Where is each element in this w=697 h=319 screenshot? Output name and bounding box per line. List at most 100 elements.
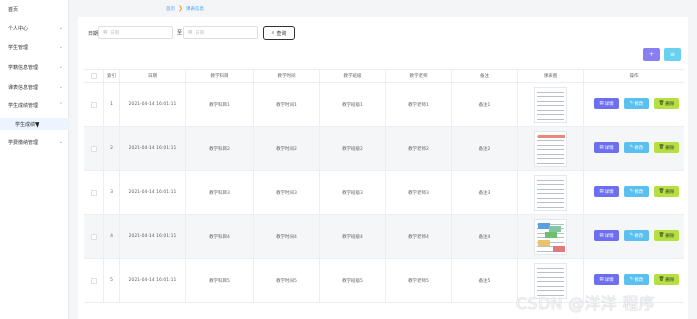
header-image: 课表图: [518, 70, 584, 82]
edit-icon: ✎: [629, 233, 634, 238]
start-date-input[interactable]: ▦ 日期: [98, 26, 173, 39]
cell-class: 教学班级5: [320, 259, 386, 302]
header-teacher: 教学老师: [386, 70, 452, 82]
cell-date: 2021-04-14 16:01:11: [120, 171, 186, 214]
detail-button[interactable]: ▤ 详情: [594, 274, 619, 285]
delete-button-label: 删除: [665, 101, 675, 107]
delete-button[interactable]: 🗑 删除: [654, 98, 679, 109]
detail-icon: ▤: [599, 101, 604, 106]
trash-icon: ≡: [669, 51, 676, 58]
cell-teacher: 教学老师4: [386, 215, 452, 258]
sidebar-item-timetable[interactable]: 课表信息管理 ⌄: [0, 81, 69, 93]
edit-button[interactable]: ✎ 修改: [624, 142, 649, 153]
breadcrumb-home[interactable]: 首页: [166, 6, 175, 12]
cell-subject: 教学科目1: [186, 83, 254, 126]
chevron-down-icon: ⌄: [58, 64, 63, 70]
delete-button[interactable]: 🗑 删除: [654, 274, 679, 285]
edit-button-label: 修改: [634, 101, 644, 107]
chevron-up-icon: ⌃: [58, 102, 63, 108]
row-checkbox[interactable]: [90, 145, 97, 152]
breadcrumb: 首页 ❯ 课表信息: [166, 5, 204, 12]
breadcrumb-separator-icon: ❯: [178, 5, 184, 12]
cell-class: 教学班级1: [320, 83, 386, 126]
edit-button[interactable]: ✎ 修改: [624, 230, 649, 241]
trash-icon: 🗑: [658, 233, 665, 238]
detail-button-label: 详情: [604, 145, 614, 151]
cell-subject: 教学科目2: [186, 127, 254, 170]
trash-icon: 🗑: [658, 277, 665, 282]
cell-index: 3: [104, 171, 120, 214]
batch-delete-button[interactable]: ≡: [664, 48, 681, 61]
edit-button[interactable]: ✎ 修改: [624, 274, 649, 285]
sidebar-item-enrollment[interactable]: 学籍信息管理 ⌄: [0, 61, 69, 73]
edit-button[interactable]: ✎ 修改: [624, 186, 649, 197]
end-date-input[interactable]: ▦ 日期: [183, 26, 258, 39]
cell-subject: 教学科目3: [186, 171, 254, 214]
sidebar-item-label: 学生成绩管理: [8, 102, 39, 109]
cell-time: 教学时间2: [254, 127, 320, 170]
cell-note: 备注4: [452, 215, 518, 258]
cell-date: 2021-04-14 16:01:11: [120, 215, 186, 258]
plus-icon: +: [648, 51, 655, 58]
sidebar-subitem-grades[interactable]: 学生成绩: [0, 118, 69, 130]
detail-button[interactable]: ▤ 详情: [594, 230, 619, 241]
timetable-thumbnail[interactable]: [534, 86, 567, 123]
header-date: 日期: [120, 70, 186, 82]
sidebar-item-profile[interactable]: 个人中心 ⌄: [0, 22, 69, 34]
edit-button-label: 修改: [634, 233, 644, 239]
detail-button-label: 详情: [604, 101, 614, 107]
sidebar-item-label: 学生管理: [8, 44, 29, 51]
edit-button-label: 修改: [634, 189, 644, 195]
edit-button-label: 修改: [634, 145, 644, 151]
timetable-thumbnail[interactable]: [534, 218, 567, 255]
sidebar-item-label: 学生成绩: [15, 121, 36, 128]
calendar-icon: ▦: [188, 30, 193, 35]
row-checkbox[interactable]: [90, 277, 97, 284]
cell-time: 教学时间1: [254, 83, 320, 126]
edit-icon: ✎: [629, 189, 634, 194]
sidebar-item-home[interactable]: 首页: [0, 3, 69, 15]
sidebar-item-label: 个人中心: [8, 25, 29, 32]
cell-date: 2021-04-14 16:01:11: [120, 259, 186, 302]
timetable-thumbnail[interactable]: [534, 174, 567, 211]
date-range-separator: 至: [177, 30, 183, 36]
detail-button[interactable]: ▤ 详情: [594, 186, 619, 197]
edit-icon: ✎: [629, 277, 634, 282]
cell-class: 教学班级3: [320, 171, 386, 214]
delete-button[interactable]: 🗑 删除: [654, 230, 679, 241]
header-index: 索引: [104, 70, 120, 82]
query-button[interactable]: ⌕ 查询: [263, 26, 295, 40]
detail-icon: ▤: [599, 145, 604, 150]
sidebar-item-tuition[interactable]: 学费缴纳管理 ⌄: [0, 136, 69, 148]
detail-button[interactable]: ▤ 详情: [594, 98, 619, 109]
sidebar-item-label: 学费缴纳管理: [8, 139, 39, 146]
table-header: 索引 日期 教学科目 教学时间 教学班级 教学老师 备注 课表图 操作: [84, 69, 684, 83]
cell-index: 2: [104, 127, 120, 170]
header-actions: 操作: [629, 74, 639, 79]
edit-icon: ✎: [629, 101, 634, 106]
detail-button[interactable]: ▤ 详情: [594, 142, 619, 153]
watermark: CSDN @洋洋 程序: [516, 294, 656, 313]
select-all-checkbox[interactable]: [90, 73, 97, 79]
row-checkbox[interactable]: [90, 189, 97, 196]
edit-button-label: 修改: [634, 277, 644, 283]
chevron-down-icon: ⌄: [58, 139, 63, 145]
sidebar-item-grades[interactable]: 学生成绩管理 ⌃: [0, 99, 69, 111]
row-checkbox[interactable]: [90, 101, 97, 108]
cell-note: 备注2: [452, 127, 518, 170]
add-button[interactable]: +: [643, 48, 660, 61]
sidebar: 首页 个人中心 ⌄ 学生管理 ⌄ 学籍信息管理 ⌄ 课表信息管理 ⌄ 学生成绩管理 ⌃ 学…: [0, 0, 69, 319]
detail-button-label: 详情: [604, 189, 614, 195]
edit-icon: ✎: [629, 145, 634, 150]
row-checkbox[interactable]: [90, 233, 97, 240]
timetable-thumbnail[interactable]: [534, 130, 567, 167]
delete-button[interactable]: 🗑 删除: [654, 142, 679, 153]
cell-class: 教学班级4: [320, 215, 386, 258]
search-icon: ⌕: [271, 30, 275, 36]
cell-teacher: 教学老师2: [386, 127, 452, 170]
sidebar-item-students[interactable]: 学生管理 ⌄: [0, 41, 69, 53]
trash-icon: 🗑: [658, 189, 665, 194]
date-label: 日期: [88, 31, 99, 37]
delete-button[interactable]: 🗑 删除: [654, 186, 679, 197]
edit-button[interactable]: ✎ 修改: [624, 98, 649, 109]
